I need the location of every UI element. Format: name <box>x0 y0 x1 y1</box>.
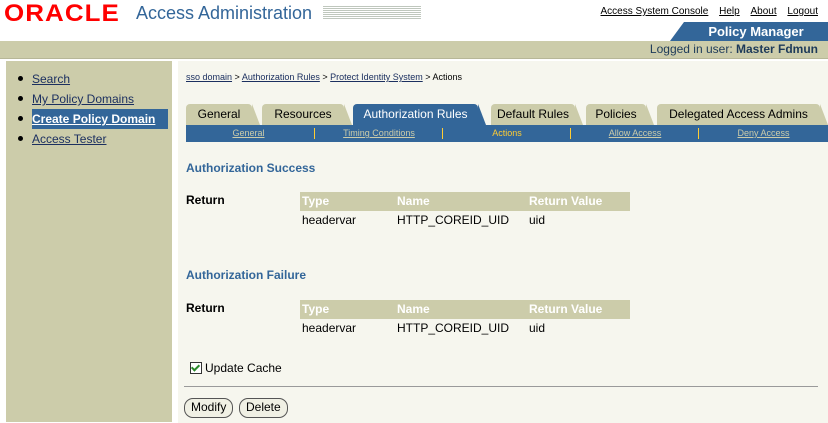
success-return-table: Type Name Return Value headervar HTTP_CO… <box>300 192 630 230</box>
column-header-type: Type <box>302 194 330 208</box>
column-header-name: Name <box>397 302 430 316</box>
access-system-console-link[interactable]: Access System Console <box>601 6 709 17</box>
help-link[interactable]: Help <box>719 6 740 17</box>
breadcrumb-link[interactable]: Authorization Rules <box>242 72 320 82</box>
tab-delegated-access-admins[interactable]: Delegated Access Admins <box>657 104 828 125</box>
subtab-actions[interactable]: Actions <box>443 125 571 142</box>
bullet-icon <box>18 116 23 121</box>
failure-return-label: Return <box>186 301 225 315</box>
tab-resources[interactable]: Resources <box>262 104 352 125</box>
subtab-allow-access[interactable]: Allow Access <box>571 125 699 142</box>
bullet-icon <box>18 136 23 141</box>
table-header: Type Name Return Value <box>300 300 630 319</box>
sidebar-item-label[interactable]: Access Tester <box>32 132 106 146</box>
bullet-icon <box>18 96 23 101</box>
subtab-link[interactable]: Timing Conditions <box>343 128 415 138</box>
modify-button[interactable]: Modify <box>184 398 234 418</box>
main-content: sso domain > Authorization Rules > Prote… <box>178 59 828 423</box>
subtab-link[interactable]: Actions <box>492 128 522 138</box>
sidebar-item-create-policy-domain[interactable]: Create Policy Domain <box>18 109 168 129</box>
column-header-return-value: Return Value <box>529 194 603 208</box>
subtab-link[interactable]: Deny Access <box>737 128 789 138</box>
cell-type: headervar <box>302 321 357 335</box>
subtab-deny-access[interactable]: Deny Access <box>699 125 828 142</box>
table-row: headervar HTTP_COREID_UID uid <box>300 319 630 338</box>
subtab-link[interactable]: General <box>232 128 264 138</box>
column-header-name: Name <box>397 194 430 208</box>
column-header-type: Type <box>302 302 330 316</box>
cell-return-value: uid <box>529 213 546 227</box>
subtab-bar: General Timing Conditions Actions Allow … <box>186 125 828 142</box>
breadcrumb-separator: > <box>234 72 240 82</box>
tab-policies[interactable]: Policies <box>586 104 654 125</box>
divider <box>184 386 818 387</box>
breadcrumb-separator: > <box>322 72 328 82</box>
tab-default-rules[interactable]: Default Rules <box>491 104 583 125</box>
sidebar-nav: Search My Policy Domains Create Policy D… <box>18 69 172 149</box>
breadcrumb-separator: > <box>425 72 431 82</box>
breadcrumb-current: Actions <box>432 72 463 82</box>
breadcrumb-link[interactable]: Protect Identity System <box>330 72 423 82</box>
table-row: headervar HTTP_COREID_UID uid <box>300 211 630 230</box>
update-cache-option[interactable]: Update Cache <box>190 361 282 375</box>
subtab-link[interactable]: Allow Access <box>609 128 662 138</box>
cell-name: HTTP_COREID_UID <box>397 213 510 227</box>
success-return-label: Return <box>186 193 225 207</box>
logged-in-prefix: Logged in user: <box>649 42 736 56</box>
authorization-success-title: Authorization Success <box>186 161 316 175</box>
user-bar: Logged in user: Master Fdmun <box>0 41 828 59</box>
update-cache-checkbox[interactable] <box>190 362 202 374</box>
logged-in-info: Logged in user: Master Fdmun <box>650 42 818 56</box>
sidebar-item-search[interactable]: Search <box>18 69 172 89</box>
cell-type: headervar <box>302 213 357 227</box>
oracle-logo: ORACLE <box>4 0 120 27</box>
delete-button[interactable]: Delete <box>239 398 288 418</box>
sidebar-item-access-tester[interactable]: Access Tester <box>18 129 172 149</box>
breadcrumb: sso domain > Authorization Rules > Prote… <box>186 72 462 82</box>
app-title: Access Administration <box>136 3 313 23</box>
update-cache-label: Update Cache <box>205 361 282 375</box>
subtab-timing-conditions[interactable]: Timing Conditions <box>315 125 443 142</box>
policy-manager-tab[interactable]: Policy Manager <box>670 22 828 41</box>
bullet-icon <box>18 76 23 81</box>
failure-return-table: Type Name Return Value headervar HTTP_CO… <box>300 300 630 338</box>
logged-in-user: Master Fdmun <box>735 42 818 56</box>
title-decoration <box>323 6 421 20</box>
cell-return-value: uid <box>529 321 546 335</box>
table-header: Type Name Return Value <box>300 192 630 211</box>
subtab-general[interactable]: General <box>186 125 311 142</box>
tab-authorization-rules[interactable]: Authorization Rules <box>353 104 486 125</box>
breadcrumb-link[interactable]: sso domain <box>186 72 232 82</box>
sidebar-item-label[interactable]: Search <box>32 72 70 86</box>
sidebar: Search My Policy Domains Create Policy D… <box>0 59 178 422</box>
tab-general[interactable]: General <box>186 104 260 125</box>
cell-name: HTTP_COREID_UID <box>397 321 510 335</box>
sidebar-item-label[interactable]: Create Policy Domain <box>32 112 155 126</box>
column-header-return-value: Return Value <box>529 302 603 316</box>
about-link[interactable]: About <box>750 6 776 17</box>
top-links: Access System Console Help About Logout <box>593 6 818 17</box>
sidebar-item-label[interactable]: My Policy Domains <box>32 92 134 106</box>
sidebar-item-my-policy-domains[interactable]: My Policy Domains <box>18 89 172 109</box>
authorization-failure-title: Authorization Failure <box>186 268 306 282</box>
logout-link[interactable]: Logout <box>787 6 818 17</box>
